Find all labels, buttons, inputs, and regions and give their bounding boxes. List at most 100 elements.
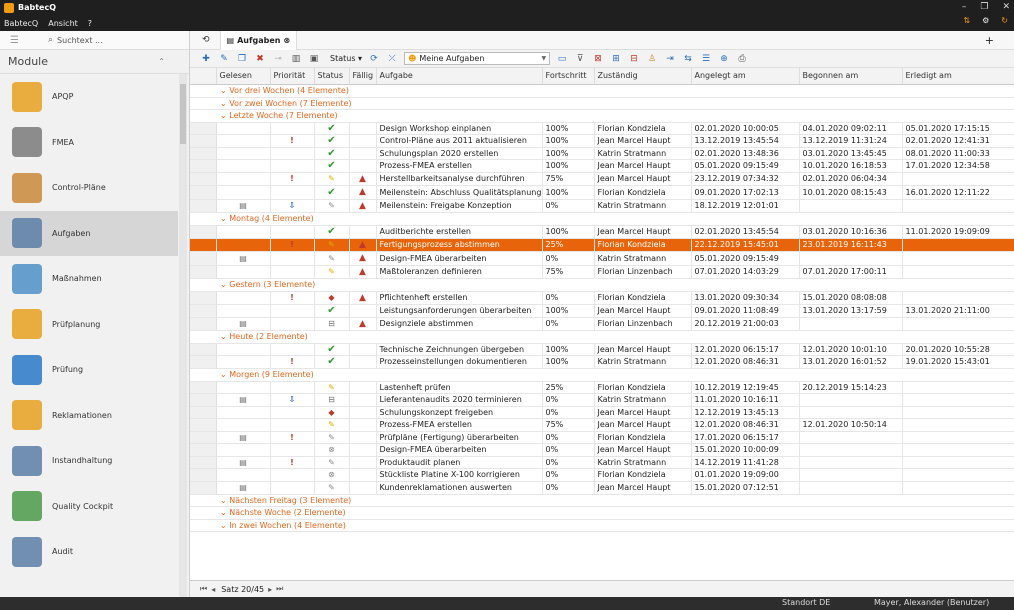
group-row[interactable]: ⌄ Nächste Woche (2 Elemente) <box>190 506 1014 520</box>
sidebar-item-instandhaltung[interactable]: Instandhaltung <box>0 438 178 484</box>
ungroup-icon[interactable]: ⊟ <box>628 53 640 65</box>
back-icon[interactable]: ⟲ <box>202 35 210 45</box>
sidebar-scrollbar[interactable] <box>179 74 187 597</box>
cell-status[interactable]: ⊗ <box>314 468 350 482</box>
menu-ansicht[interactable]: Ansicht <box>48 19 78 28</box>
table-row[interactable]: ⊗ Design-FMEA überarbeiten 0% Jean Marcel H… <box>190 443 1014 457</box>
view-icon[interactable]: ▭ <box>556 53 568 65</box>
group-row[interactable]: ⌄ Montag (4 Elemente) <box>190 212 1014 226</box>
cell-task[interactable]: Design-FMEA überarbeiten <box>376 443 543 457</box>
group-row[interactable]: ⌄ Heute (2 Elemente) <box>190 330 1014 344</box>
chevron-down-icon[interactable]: ⌄ <box>220 508 227 517</box>
table-row[interactable]: ▤ ✎ ▲ Design-FMEA überarbeiten 0% Katrin Stra… <box>190 251 1014 266</box>
table-row[interactable]: ✔ Prozess-FMEA erstellen 100% Jean Marcel H… <box>190 159 1014 173</box>
cell-read[interactable] <box>216 304 271 318</box>
table-row[interactable]: ⊗ Stückliste Platine X-100 korrigieren 0% F… <box>190 468 1014 482</box>
cell-due[interactable] <box>349 443 377 457</box>
col-status[interactable]: Status <box>314 68 350 85</box>
cell-read[interactable] <box>216 291 271 306</box>
chevron-down-icon[interactable]: ⌄ <box>220 332 227 341</box>
chevron-down-icon[interactable]: ⌄ <box>220 99 227 108</box>
cell-read[interactable]: ▤ <box>216 431 271 445</box>
cell-priority[interactable] <box>270 418 315 432</box>
cell-status[interactable]: ✔ <box>314 159 350 173</box>
edit-icon[interactable]: ✎ <box>218 53 230 65</box>
group-row[interactable]: ⌄ In zwei Wochen (4 Elemente) <box>190 519 1014 533</box>
cell-status[interactable]: ◆ <box>314 291 350 306</box>
refresh-icon[interactable]: ↻ <box>1001 16 1008 25</box>
cell-status[interactable]: ✔ <box>314 304 350 318</box>
cell-status[interactable]: ✔ <box>314 122 350 136</box>
cell-priority[interactable]: ⇩ <box>270 199 315 214</box>
chevron-down-icon[interactable]: ⌄ <box>220 280 227 289</box>
cell-status[interactable]: ✎ <box>314 238 350 253</box>
sidebar-item-maßnahmen[interactable]: Maßnahmen <box>0 256 178 302</box>
new-tab-button[interactable]: + <box>985 34 994 47</box>
cell-due[interactable] <box>349 122 377 136</box>
cell-read[interactable]: ▤ <box>216 393 271 407</box>
cell-priority[interactable] <box>270 481 315 495</box>
cell-due[interactable]: ▲ <box>349 238 377 253</box>
cell-task[interactable]: Lieferantenaudits 2020 terminieren <box>376 393 543 407</box>
col-erledigt[interactable]: Erledigt am <box>902 68 1014 85</box>
cell-due[interactable] <box>349 134 377 148</box>
cell-status[interactable]: ✔ <box>314 355 350 370</box>
cell-read[interactable] <box>216 343 271 357</box>
cell-priority[interactable]: ! <box>270 355 315 370</box>
cell-due[interactable] <box>349 481 377 495</box>
cell-read[interactable]: ▤ <box>216 456 271 470</box>
cell-status[interactable]: ⊗ <box>314 443 350 457</box>
chevron-down-icon[interactable]: ⌄ <box>220 496 227 505</box>
print-icon[interactable]: ⎙ <box>736 53 748 65</box>
cell-due[interactable] <box>349 431 377 445</box>
cell-task[interactable]: Design Workshop einplanen <box>376 122 543 136</box>
last-page-icon[interactable]: ⏭ <box>276 584 283 594</box>
cell-status[interactable]: ✎ <box>314 265 350 280</box>
cell-task[interactable]: Leistungsanforderungen überarbeiten <box>376 304 543 318</box>
cell-priority[interactable] <box>270 343 315 357</box>
table-row[interactable]: ✔ Auditberichte erstellen 100% Jean Marcel … <box>190 225 1014 239</box>
sidebar-item-apqp[interactable]: APQP <box>0 74 178 120</box>
chevron-down-icon[interactable]: ⌄ <box>220 214 227 223</box>
cell-priority[interactable] <box>270 147 315 161</box>
cell-priority[interactable] <box>270 406 315 420</box>
cell-read[interactable] <box>216 468 271 482</box>
cell-task[interactable]: Prozess-FMEA erstellen <box>376 418 543 432</box>
cell-task[interactable]: Auditberichte erstellen <box>376 225 543 239</box>
cell-due[interactable] <box>349 343 377 357</box>
cell-priority[interactable]: ! <box>270 134 315 148</box>
cell-due[interactable] <box>349 468 377 482</box>
cell-due[interactable] <box>349 304 377 318</box>
cell-status[interactable]: ⊟ <box>314 317 350 332</box>
cell-status[interactable]: ✔ <box>314 225 350 239</box>
table-row[interactable]: ▤ ⊟ ▲ Designziele abstimmen 0% Florian Linzen… <box>190 317 1014 332</box>
cell-due[interactable]: ▲ <box>349 199 377 214</box>
cell-due[interactable]: ▲ <box>349 185 377 200</box>
cell-priority[interactable]: ! <box>270 291 315 306</box>
people-icon[interactable]: ♙ <box>646 53 658 65</box>
cell-task[interactable]: Schulungsplan 2020 erstellen <box>376 147 543 161</box>
table-row[interactable]: ✔ ▲ Meilenstein: Abschluss Qualitätsplanun… <box>190 185 1014 200</box>
cell-due[interactable]: ▲ <box>349 291 377 306</box>
table-row[interactable]: ◆ Schulungskonzept freigeben 0% Jean Marcel… <box>190 406 1014 420</box>
sidebar-item-quality-cockpit[interactable]: Quality Cockpit <box>0 484 178 530</box>
cell-priority[interactable]: ⇩ <box>270 393 315 407</box>
cell-task[interactable]: Prüfpläne (Fertigung) überarbeiten <box>376 431 543 445</box>
cell-priority[interactable] <box>270 225 315 239</box>
cell-priority[interactable] <box>270 443 315 457</box>
table-row[interactable]: ✎ ▲ Maßtoleranzen definieren 75% Florian Lin… <box>190 265 1014 280</box>
col-aufgabe[interactable]: Aufgabe <box>376 68 543 85</box>
cell-priority[interactable] <box>270 122 315 136</box>
group-row[interactable]: ⌄ Letzte Woche (7 Elemente) <box>190 109 1014 123</box>
chevron-down-icon[interactable]: ⌄ <box>220 521 227 530</box>
cell-read[interactable] <box>216 238 271 253</box>
group-row[interactable]: ⌄ Gestern (3 Elemente) <box>190 278 1014 292</box>
table-row[interactable]: ▤! ✎ Prüfpläne (Fertigung) überarbeiten 0% F… <box>190 431 1014 445</box>
cell-status[interactable]: ✔ <box>314 343 350 357</box>
cell-read[interactable] <box>216 147 271 161</box>
delete-icon[interactable]: ✖ <box>254 53 266 65</box>
table-row[interactable]: ✔ Leistungsanforderungen überarbeiten 100%… <box>190 304 1014 318</box>
group-row[interactable]: ⌄ Nächsten Freitag (3 Elemente) <box>190 494 1014 508</box>
col-prioritaet[interactable]: Priorität <box>270 68 315 85</box>
cell-read[interactable] <box>216 225 271 239</box>
